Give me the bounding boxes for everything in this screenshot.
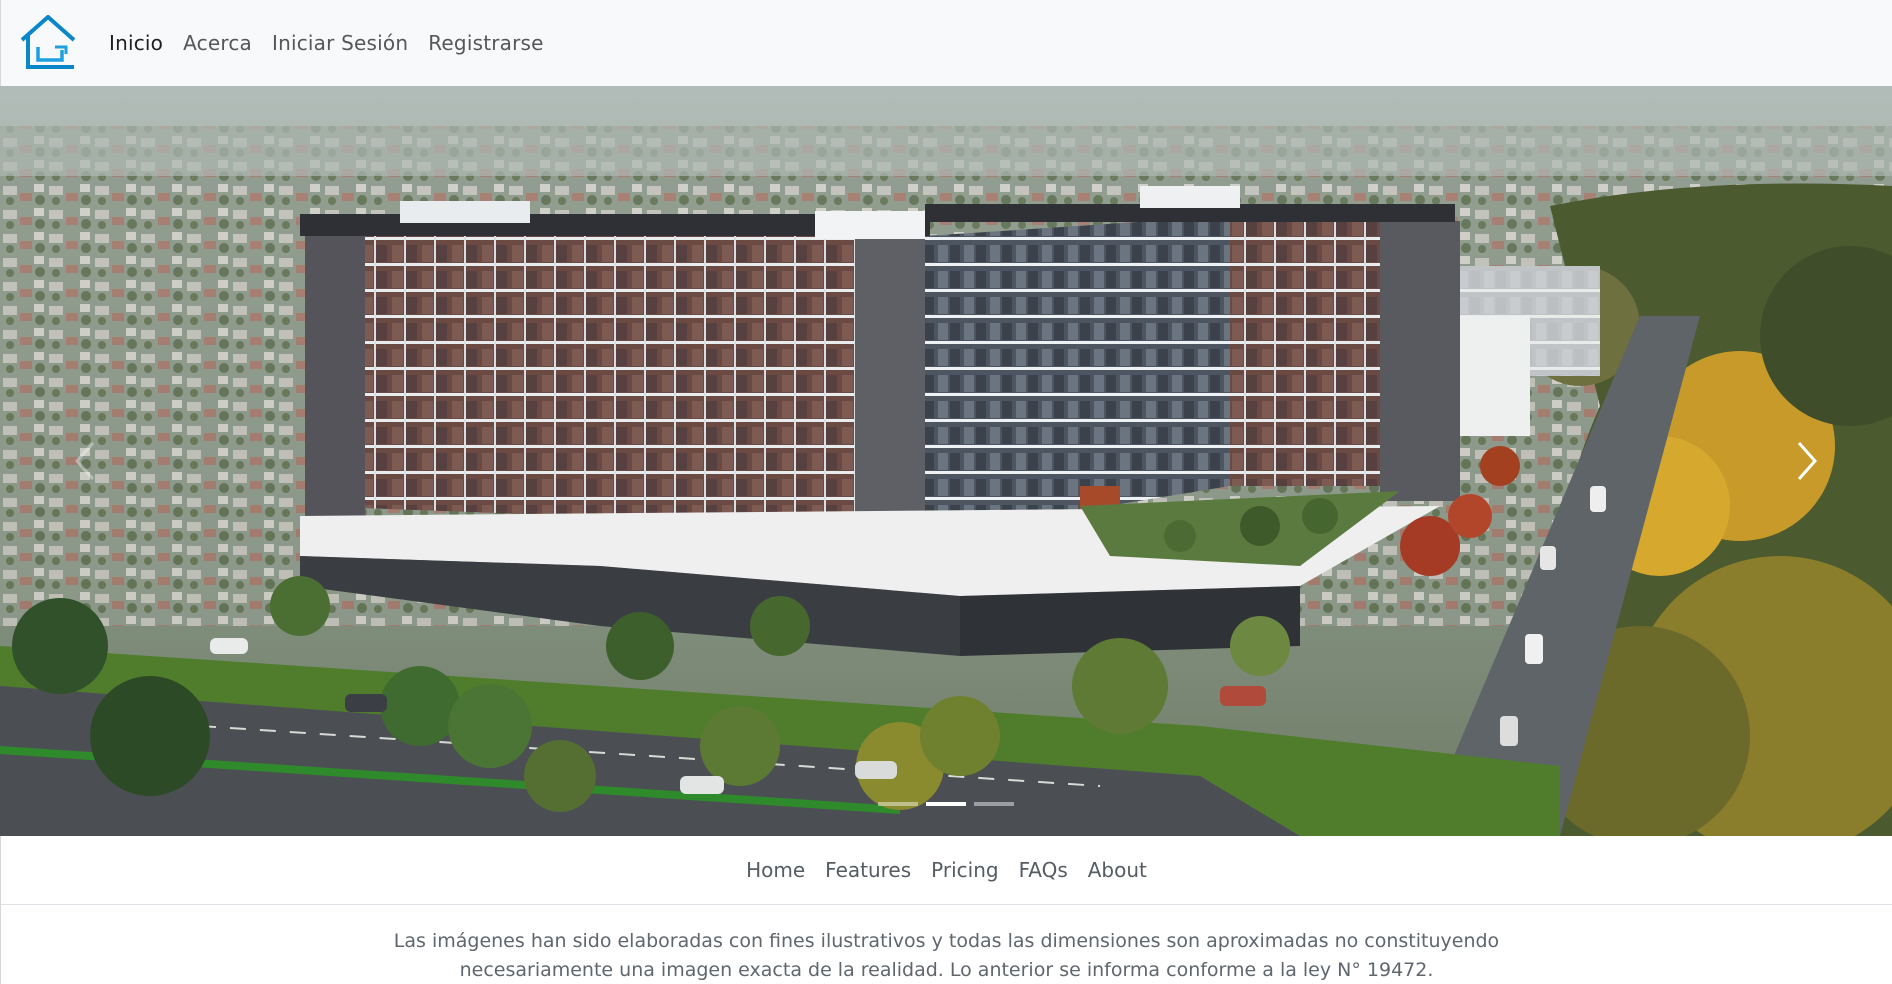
carousel-indicator-2[interactable]	[926, 802, 966, 806]
brand-logo[interactable]	[19, 14, 77, 72]
nav-link-iniciar-sesion[interactable]: Iniciar Sesión	[272, 31, 408, 55]
footer-link-features[interactable]: Features	[825, 858, 911, 882]
carousel-indicators	[0, 802, 1892, 806]
footer-nav: Home Features Pricing FAQs About	[1, 836, 1892, 905]
footer-link-faqs[interactable]: FAQs	[1019, 858, 1068, 882]
footer: Home Features Pricing FAQs About Las imá…	[0, 836, 1892, 984]
nav-link-inicio[interactable]: Inicio	[109, 31, 163, 55]
chevron-right-icon	[1797, 442, 1818, 480]
chevron-left-icon	[74, 442, 95, 480]
nav-link-acerca[interactable]: Acerca	[183, 31, 252, 55]
legal-disclaimer: Las imágenes han sido elaboradas con fin…	[393, 930, 1500, 981]
carousel-indicator-1[interactable]	[878, 802, 918, 806]
carousel-next-button[interactable]	[1722, 86, 1892, 836]
footer-link-home[interactable]: Home	[746, 858, 805, 882]
nav-links: Inicio Acerca Iniciar Sesión Registrarse	[109, 31, 564, 55]
hero-carousel	[0, 86, 1892, 836]
house-outline-icon	[20, 15, 76, 69]
nav-link-registrarse[interactable]: Registrarse	[428, 31, 543, 55]
carousel-prev-button[interactable]	[0, 86, 170, 836]
carousel-indicator-3[interactable]	[974, 802, 1014, 806]
footer-link-pricing[interactable]: Pricing	[931, 858, 998, 882]
top-navbar: Inicio Acerca Iniciar Sesión Registrarse	[0, 0, 1892, 86]
aerial-apartment-complex-render	[0, 86, 1892, 836]
footer-link-about[interactable]: About	[1088, 858, 1147, 882]
